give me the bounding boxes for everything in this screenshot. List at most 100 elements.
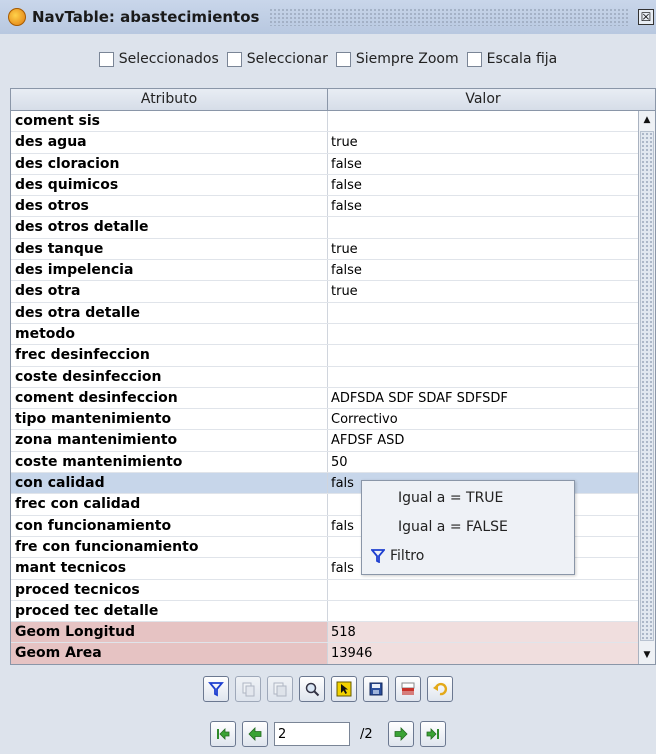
- attribute-value-cell[interactable]: true: [328, 281, 638, 301]
- attribute-name-cell: frec con calidad: [11, 494, 328, 515]
- table-row[interactable]: metodo: [11, 323, 638, 346]
- seleccionados-checkbox[interactable]: [98, 51, 114, 67]
- page-total: /2: [360, 726, 373, 742]
- attribute-name-cell: des cloracion: [11, 153, 328, 174]
- menu-item-filtro-label: Filtro: [390, 548, 425, 564]
- attribute-name-cell: des quimicos: [11, 174, 328, 196]
- table-row[interactable]: Geom Area 13946: [11, 643, 638, 664]
- attribute-name-cell: Geom Area: [11, 643, 328, 664]
- table-row[interactable]: des cloracion false: [11, 153, 638, 175]
- menu-item-filtro[interactable]: Filtro: [362, 542, 574, 570]
- save-button[interactable]: [363, 676, 389, 702]
- undo-icon: [433, 682, 448, 696]
- table-row[interactable]: des otros detalle: [11, 217, 638, 239]
- vertical-scrollbar[interactable]: ▲ ▼: [638, 111, 655, 664]
- scroll-up-icon[interactable]: ▲: [639, 113, 655, 127]
- table-row[interactable]: tipo mantenimiento Correctivo: [11, 409, 638, 431]
- filter-button[interactable]: [203, 676, 229, 702]
- attribute-value-cell[interactable]: [328, 303, 638, 323]
- attribute-value-cell[interactable]: [328, 580, 638, 600]
- seleccionados-label: Seleccionados: [118, 51, 219, 67]
- attribute-name-cell: des impelencia: [11, 260, 328, 281]
- table-row[interactable]: des agua true: [11, 132, 638, 154]
- table-row[interactable]: des otros false: [11, 196, 638, 218]
- scrollbar-thumb[interactable]: [640, 131, 654, 641]
- column-header-atributo[interactable]: Atributo: [11, 89, 328, 110]
- save-icon: [369, 682, 383, 696]
- option-escala-fija[interactable]: Escala fija: [466, 51, 557, 67]
- attribute-value-cell[interactable]: false: [328, 175, 638, 195]
- table-row[interactable]: coste mantenimiento 50: [11, 451, 638, 474]
- table-row[interactable]: des quimicos false: [11, 174, 638, 197]
- option-seleccionar[interactable]: Seleccionar: [226, 51, 328, 67]
- attribute-value-cell[interactable]: [328, 601, 638, 621]
- next-record-button[interactable]: [388, 721, 414, 747]
- table-row[interactable]: coment sis: [11, 111, 638, 133]
- scroll-down-icon[interactable]: ▼: [639, 648, 655, 662]
- option-seleccionados[interactable]: Seleccionados: [98, 51, 219, 67]
- attribute-name-cell: des agua: [11, 132, 328, 153]
- table-row[interactable]: coste desinfeccion: [11, 366, 638, 388]
- attribute-value-cell[interactable]: [328, 324, 638, 344]
- option-siempre-zoom[interactable]: Siempre Zoom: [335, 51, 459, 67]
- attribute-name-cell: proced tecnicos: [11, 579, 328, 600]
- table-row[interactable]: des otra true: [11, 281, 638, 303]
- attribute-value-cell[interactable]: 13946: [328, 643, 638, 663]
- table-row[interactable]: proced tecnicos: [11, 579, 638, 601]
- copy-selected-button[interactable]: [235, 676, 261, 702]
- column-header-valor[interactable]: Valor: [328, 89, 638, 110]
- attribute-name-cell: des tanque: [11, 238, 328, 260]
- previous-record-button[interactable]: [242, 721, 268, 747]
- attribute-value-cell[interactable]: 50: [328, 452, 638, 472]
- last-record-button[interactable]: [420, 721, 446, 747]
- table-row[interactable]: coment desinfeccion ADFSDA SDF SDAF SDFSD…: [11, 387, 638, 410]
- window-title-bar[interactable]: NavTable: abastecimientos ☒: [0, 0, 656, 34]
- seleccionar-label: Seleccionar: [246, 51, 328, 67]
- attribute-value-cell[interactable]: false: [328, 154, 638, 174]
- attribute-value-cell[interactable]: [328, 345, 638, 365]
- seleccionar-checkbox[interactable]: [226, 51, 242, 67]
- attribute-value-cell[interactable]: ADFSDA SDF SDAF SDFSDF: [328, 388, 638, 408]
- attribute-table[interactable]: Atributo Valor coment sis des agua true des…: [10, 88, 656, 665]
- attribute-name-cell: des otros detalle: [11, 217, 328, 238]
- attribute-name-cell: mant tecnicos: [11, 558, 328, 579]
- escala-fija-checkbox[interactable]: [466, 51, 482, 67]
- delete-button[interactable]: [395, 676, 421, 702]
- menu-item-igual-false[interactable]: Igual a = FALSE: [362, 513, 574, 541]
- attribute-name-cell: des otra: [11, 281, 328, 302]
- page-number-input[interactable]: [274, 722, 350, 746]
- action-toolbar: [0, 676, 656, 706]
- attribute-value-cell[interactable]: AFDSF ASD: [328, 430, 638, 450]
- siempre-zoom-checkbox[interactable]: [335, 51, 351, 67]
- attribute-name-cell: frec desinfeccion: [11, 345, 328, 366]
- table-row[interactable]: Geom Longitud 518: [11, 622, 638, 644]
- first-record-button[interactable]: [210, 721, 236, 747]
- copy-previous-button[interactable]: [267, 676, 293, 702]
- attribute-value-cell[interactable]: false: [328, 196, 638, 216]
- attribute-value-cell[interactable]: true: [328, 132, 638, 152]
- table-row[interactable]: des tanque true: [11, 238, 638, 261]
- table-row[interactable]: des impelencia false: [11, 260, 638, 282]
- table-row[interactable]: frec desinfeccion: [11, 345, 638, 367]
- context-menu: Igual a = TRUE Igual a = FALSE Filtro: [361, 480, 575, 575]
- attribute-name-cell: con funcionamiento: [11, 515, 328, 536]
- select-icon: [336, 681, 352, 697]
- attribute-value-cell[interactable]: 518: [328, 622, 638, 642]
- attribute-value-cell[interactable]: [328, 217, 638, 237]
- attribute-value-cell[interactable]: [328, 367, 638, 387]
- undo-button[interactable]: [427, 676, 453, 702]
- close-icon[interactable]: ☒: [638, 9, 654, 25]
- table-row[interactable]: proced tec detalle: [11, 600, 638, 623]
- attribute-value-cell[interactable]: false: [328, 260, 638, 280]
- next-icon: [394, 727, 408, 741]
- attribute-value-cell[interactable]: Correctivo: [328, 409, 638, 429]
- zoom-button[interactable]: [299, 676, 325, 702]
- title-bar-drag-area[interactable]: [269, 8, 630, 26]
- last-icon: [426, 728, 439, 740]
- table-row[interactable]: des otra detalle: [11, 302, 638, 324]
- table-row[interactable]: zona mantenimiento AFDSF ASD: [11, 430, 638, 452]
- attribute-value-cell[interactable]: [328, 111, 638, 131]
- attribute-value-cell[interactable]: true: [328, 239, 638, 259]
- menu-item-igual-true[interactable]: Igual a = TRUE: [362, 484, 574, 512]
- select-button[interactable]: [331, 676, 357, 702]
